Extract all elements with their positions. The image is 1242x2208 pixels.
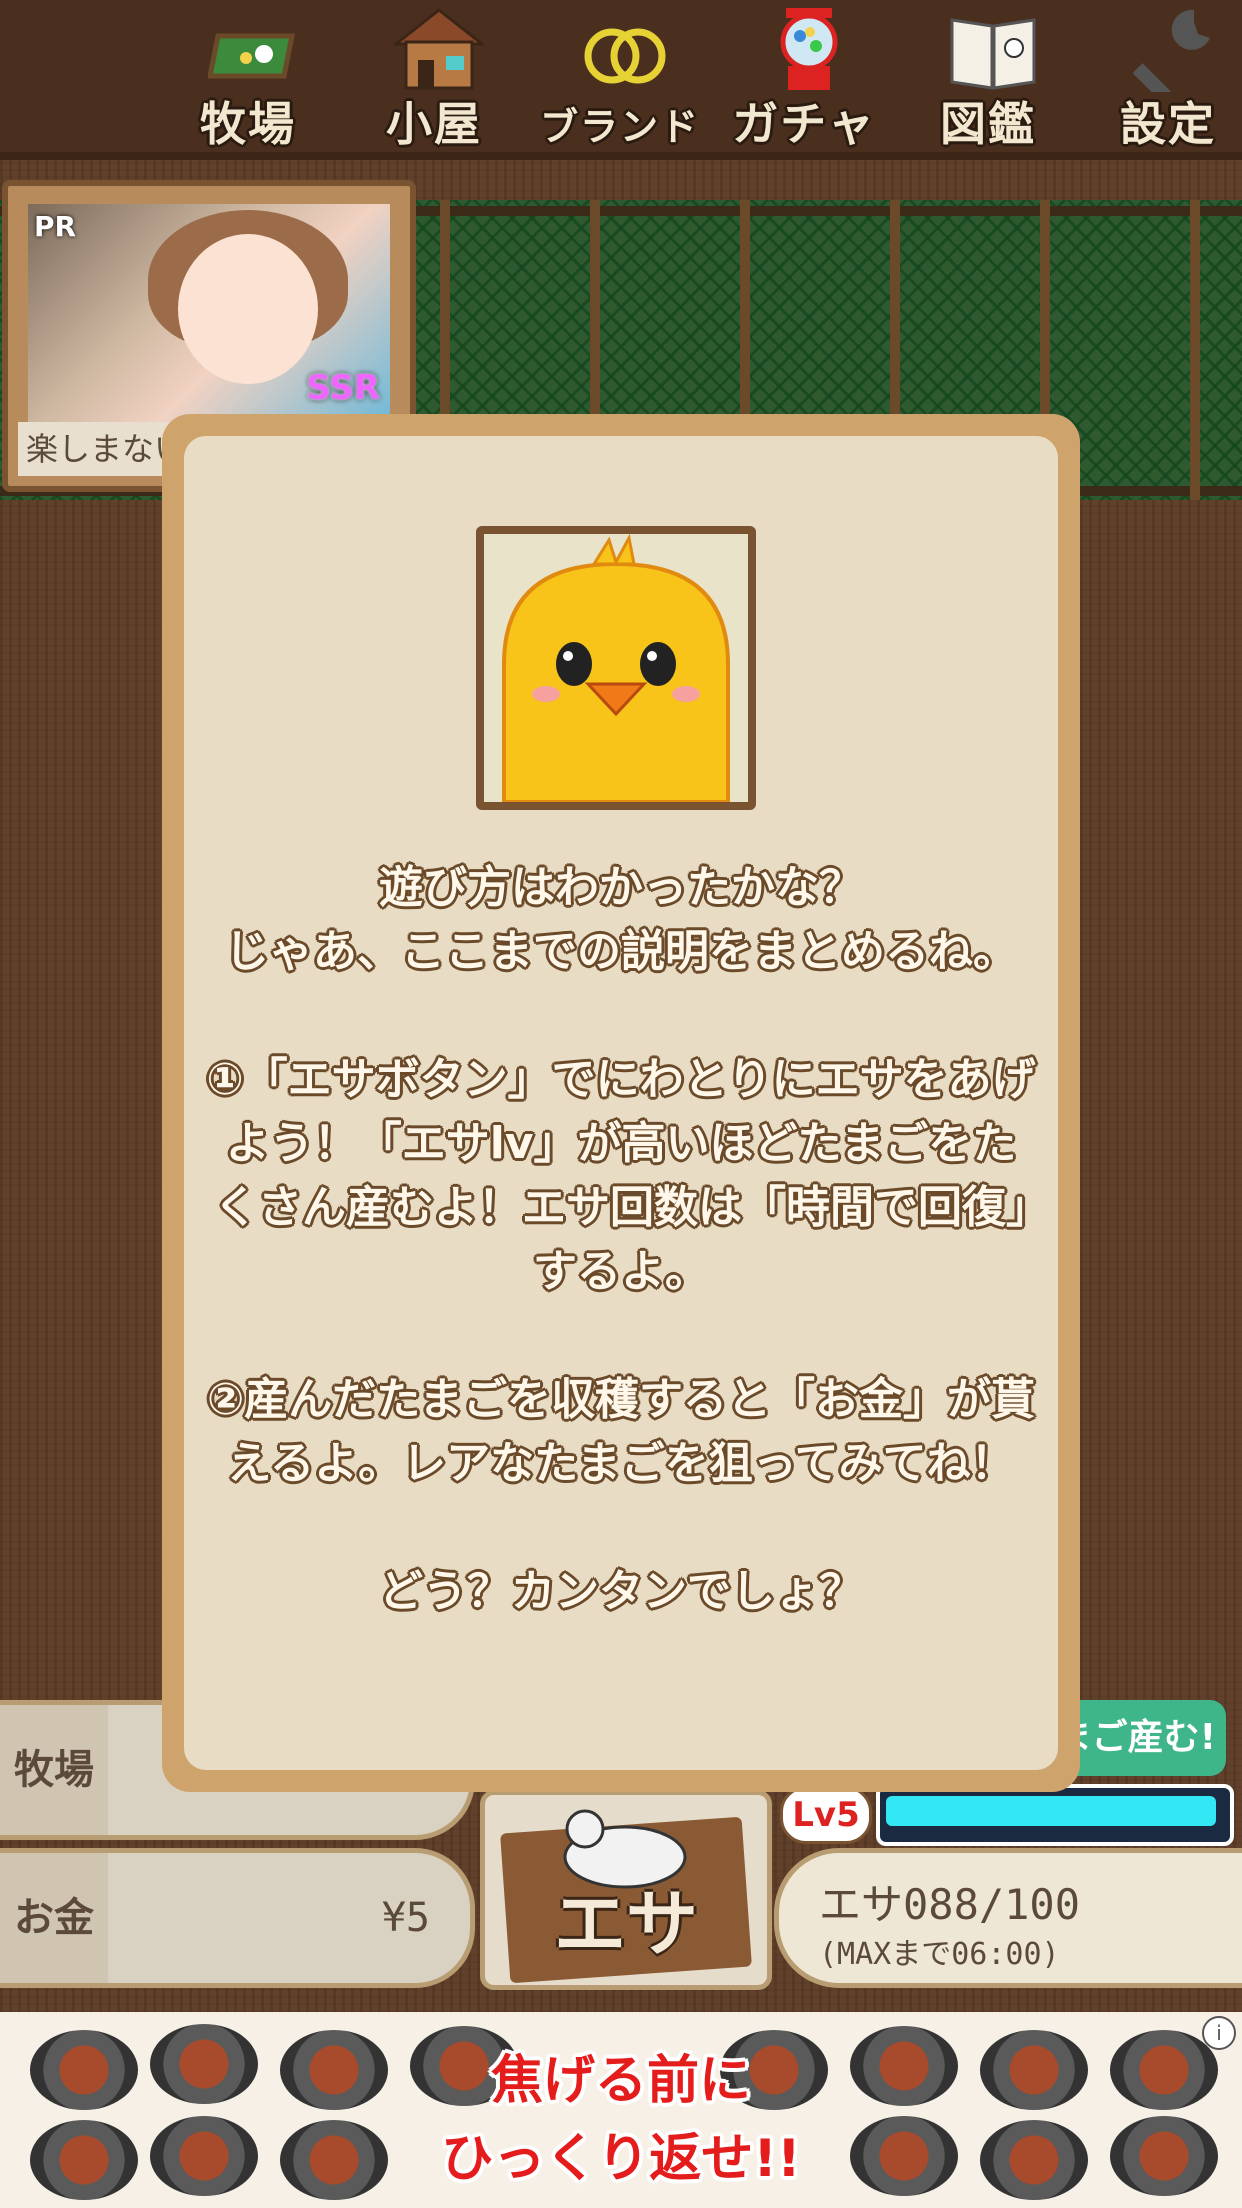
gacha-machine-icon [780, 8, 838, 90]
nav-gacha-label: ガチャ [732, 97, 876, 151]
money-stat-label: お金 [0, 1853, 108, 1983]
feed-button-label: エサ [553, 1882, 698, 1966]
pr-ad-image[interactable]: PR SSR [28, 204, 390, 422]
chick-portrait-frame [476, 526, 756, 810]
money-stat-value: ¥5 [381, 1895, 430, 1941]
ad-headline-1: 焦げる前に [490, 2051, 751, 2111]
barn-icon [394, 8, 484, 90]
wrench-icon [1132, 9, 1210, 92]
nav-book-label: 図鑑 [940, 97, 1036, 151]
nav-gacha[interactable]: ガチャ [724, 0, 884, 152]
ad-headline-2: ひっくり返せ!! [441, 2129, 801, 2189]
feed-count: エサ088/100 [819, 1880, 1081, 1929]
fence-post [1190, 200, 1200, 500]
nav-settings-label: 設定 [1120, 97, 1216, 151]
nav-settings[interactable]: 設定 [1088, 0, 1242, 152]
chick-icon [502, 533, 730, 804]
ad-banner[interactable]: 焦げる前に ひっくり返せ!! i [0, 2012, 1242, 2208]
nav-ranch[interactable]: 牧場 [168, 0, 328, 152]
top-nav: 牧場 小屋 ブランド ガチャ 図鑑 設定 [0, 0, 1242, 160]
book-icon [950, 18, 1036, 90]
ranch-icon [208, 33, 296, 79]
tutorial-dialog[interactable]: 遊び方はわかったかな？ じゃあ、ここまでの説明をまとめるね。 ①「エサボタン」で… [162, 414, 1080, 1792]
feed-level-fill [886, 1796, 1216, 1826]
ad-info-icon[interactable]: i [1202, 2016, 1236, 2050]
feed-recover-time: (MAXまで06:00) [819, 1937, 1060, 1972]
feed-button[interactable]: エサ [480, 1790, 772, 1990]
pr-ad-character-face [178, 234, 318, 384]
feed-count-panel: エサ088/100 (MAXまで06:00) [774, 1848, 1242, 1988]
feed-level-bar [876, 1784, 1234, 1846]
feed-level-badge: Lv5 [780, 1786, 872, 1844]
nav-barn[interactable]: 小屋 [354, 0, 514, 152]
nav-ranch-label: 牧場 [200, 97, 296, 151]
nav-brand-label: ブランド [540, 105, 701, 149]
ranch-stat-label: 牧場 [0, 1705, 108, 1835]
nav-barn-label: 小屋 [386, 97, 482, 151]
pr-ssr-badge: SSR [306, 368, 380, 408]
chick-portrait-bg [484, 533, 748, 804]
money-stat: お金 ¥5 [0, 1848, 475, 1988]
nav-brand[interactable]: ブランド [540, 0, 700, 152]
brand-rings-icon [584, 28, 666, 84]
tutorial-dialog-text: 遊び方はわかったかな？ じゃあ、ここまでの説明をまとめるね。 ①「エサボタン」で… [206, 862, 1036, 1617]
tutorial-dialog-body: 遊び方はわかったかな？ じゃあ、ここまでの説明をまとめるね。 ①「エサボタン」で… [184, 436, 1058, 1770]
pr-tag: PR [34, 210, 77, 243]
nav-book[interactable]: 図鑑 [908, 0, 1068, 152]
